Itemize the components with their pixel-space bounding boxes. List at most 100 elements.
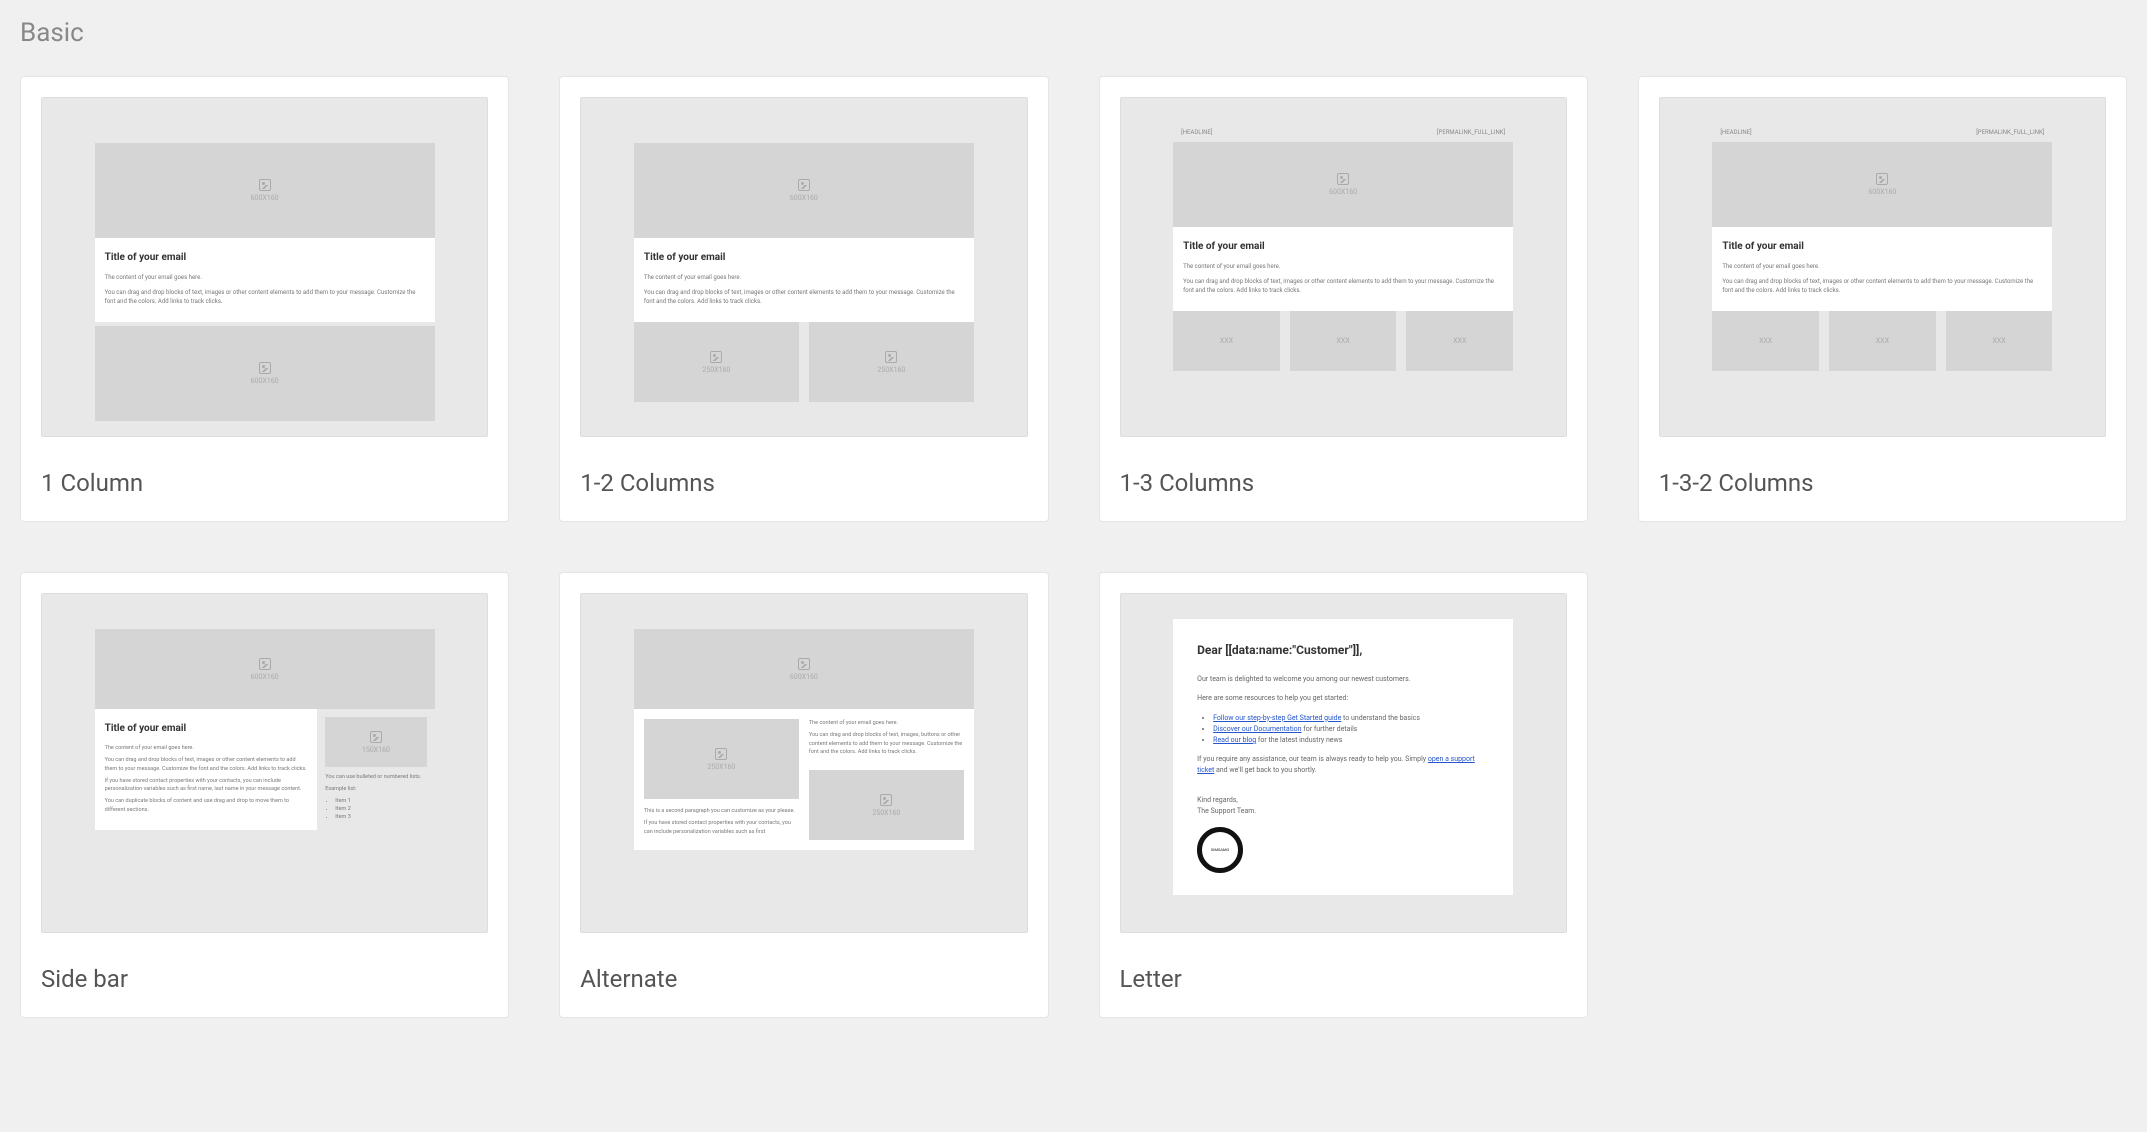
preview-text: If you have stored contact properties wi…: [644, 819, 799, 836]
image-placeholder: XXX: [1406, 311, 1513, 371]
preview-text: You can duplicate blocks of content and …: [105, 797, 308, 814]
template-card-1-2-columns[interactable]: 600X160 Title of your email The content …: [559, 76, 1048, 522]
letter-line: Our team is delighted to welcome you amo…: [1197, 674, 1489, 685]
topbar-headline: [HEADLINE]: [1720, 129, 1751, 136]
preview-text: The content of your email goes here.: [105, 273, 425, 282]
topbar-headline: [HEADLINE]: [1181, 129, 1212, 136]
hero-image-placeholder: 600X160: [95, 629, 435, 709]
template-card-title: 1 Column: [41, 469, 488, 497]
image-icon: [715, 748, 727, 760]
template-grid: 600X160 Title of your email The content …: [20, 76, 2127, 1018]
image-placeholder: 600X160: [95, 326, 435, 421]
preview-text: The content of your email goes here.: [1183, 262, 1503, 271]
preview-text: This is a second paragraph you can custo…: [644, 807, 799, 815]
preview-text: You can drag and drop blocks of text, im…: [809, 731, 964, 756]
image-placeholder: XXX: [1290, 311, 1397, 371]
placeholder-label: 600X160: [790, 194, 818, 202]
template-card-1-column[interactable]: 600X160 Title of your email The content …: [20, 76, 509, 522]
letter-greeting: Dear [[data:name:"Customer"]],: [1197, 641, 1489, 660]
sidebar-text: You can use bulleted or numbered lists.: [325, 773, 426, 781]
hero-image-placeholder: 600X160: [1712, 142, 2052, 227]
letter-text: and we'll get back to you shortly.: [1214, 766, 1316, 774]
placeholder-label: 600X160: [1868, 188, 1896, 196]
placeholder-label: XXX: [1992, 337, 2005, 345]
letter-line: Here are some resources to help you get …: [1197, 693, 1489, 704]
template-thumbnail: [HEADLINE] [PERMALINK_FULL_LINK] 600X160…: [1659, 97, 2106, 437]
letter-signature: The Support Team.: [1197, 806, 1489, 817]
preview-email-title: Title of your email: [1722, 241, 2042, 252]
placeholder-label: 150X160: [362, 746, 390, 754]
preview-email-title: Title of your email: [1183, 241, 1503, 252]
template-card-title: Letter: [1120, 965, 1567, 993]
template-card-title: 1-2 Columns: [580, 469, 1027, 497]
list-item-text: for the latest industry news: [1256, 736, 1342, 744]
list-item: Discover our Documentation for further d…: [1213, 724, 1489, 735]
image-placeholder: XXX: [1946, 311, 2053, 371]
placeholder-label: XXX: [1337, 337, 1350, 345]
letter-link: Read our blog: [1213, 736, 1256, 744]
image-placeholder: XXX: [1712, 311, 1819, 371]
image-icon: [710, 351, 722, 363]
hero-image-placeholder: 600X160: [634, 629, 974, 709]
topbar-permalink: [PERMALINK_FULL_LINK]: [1976, 129, 2044, 136]
preview-text: You can drag and drop blocks of text, im…: [644, 288, 964, 306]
preview-email-title: Title of your email: [105, 723, 308, 734]
hero-image-placeholder: 600X160: [1173, 142, 1513, 227]
preview-email-title: Title of your email: [644, 252, 964, 263]
list-item: Item 1: [335, 798, 426, 804]
placeholder-label: 600X160: [790, 673, 818, 681]
image-placeholder: XXX: [1829, 311, 1936, 371]
image-icon: [885, 351, 897, 363]
preview-text: You can drag and drop blocks of text, im…: [105, 288, 425, 306]
template-card-title: 1-3 Columns: [1120, 469, 1567, 497]
image-icon: [798, 179, 810, 191]
image-placeholder: 250X160: [809, 770, 964, 840]
image-icon: [370, 731, 382, 743]
template-thumbnail: Dear [[data:name:"Customer"]], Our team …: [1120, 593, 1567, 933]
preview-text: The content of your email goes here.: [644, 273, 964, 282]
placeholder-label: 600X160: [251, 673, 279, 681]
template-thumbnail: 600X160 Title of your email The content …: [41, 593, 488, 933]
letter-paragraph: If you require any assistance, our team …: [1197, 754, 1489, 776]
template-card-1-3-2-columns[interactable]: [HEADLINE] [PERMALINK_FULL_LINK] 600X160…: [1638, 76, 2127, 522]
list-item-text: to understand the basics: [1341, 714, 1420, 722]
preview-text: The content of your email goes here.: [105, 744, 308, 752]
template-card-sidebar[interactable]: 600X160 Title of your email The content …: [20, 572, 509, 1018]
placeholder-label: 250X160: [877, 366, 905, 374]
template-card-title: Side bar: [41, 965, 488, 993]
list-item: Read our blog for the latest industry ne…: [1213, 735, 1489, 746]
hero-image-placeholder: 600X160: [95, 143, 435, 238]
template-thumbnail: [HEADLINE] [PERMALINK_FULL_LINK] 600X160…: [1120, 97, 1567, 437]
template-card-title: 1-3-2 Columns: [1659, 469, 2106, 497]
placeholder-label: 600X160: [251, 377, 279, 385]
image-icon: [259, 658, 271, 670]
image-icon: [798, 658, 810, 670]
preview-text: You can drag and drop blocks of text, im…: [1183, 277, 1503, 295]
placeholder-label: XXX: [1876, 337, 1889, 345]
preview-text: The content of your email goes here.: [1722, 262, 2042, 271]
placeholder-label: 600X160: [251, 194, 279, 202]
letter-link: Discover our Documentation: [1213, 725, 1301, 733]
image-icon: [1876, 173, 1888, 185]
template-card-1-3-columns[interactable]: [HEADLINE] [PERMALINK_FULL_LINK] 600X160…: [1099, 76, 1588, 522]
image-placeholder: 250X160: [644, 719, 799, 799]
placeholder-label: XXX: [1220, 337, 1233, 345]
image-icon: [1337, 173, 1349, 185]
image-icon: [259, 362, 271, 374]
preview-text: You can drag and drop blocks of text, im…: [105, 756, 308, 773]
preview-text: The content of your email goes here.: [809, 719, 964, 727]
image-placeholder: 250X160: [809, 322, 974, 402]
sidebar-list-title: Example list:: [325, 785, 426, 793]
template-card-letter[interactable]: Dear [[data:name:"Customer"]], Our team …: [1099, 572, 1588, 1018]
template-card-alternate[interactable]: 600X160 250X160 This is a second paragra…: [559, 572, 1048, 1018]
template-thumbnail: 600X160 Title of your email The content …: [580, 97, 1027, 437]
company-badge-icon: SIMSAMO: [1197, 827, 1243, 873]
letter-regards: Kind regards,: [1197, 795, 1489, 806]
preview-email-title: Title of your email: [105, 252, 425, 263]
list-item: Item 2: [335, 806, 426, 812]
hero-image-placeholder: 600X160: [634, 143, 974, 238]
badge-text: SIMSAMO: [1205, 835, 1235, 865]
image-placeholder: 250X160: [634, 322, 799, 402]
placeholder-label: 600X160: [1329, 188, 1357, 196]
placeholder-label: XXX: [1453, 337, 1466, 345]
